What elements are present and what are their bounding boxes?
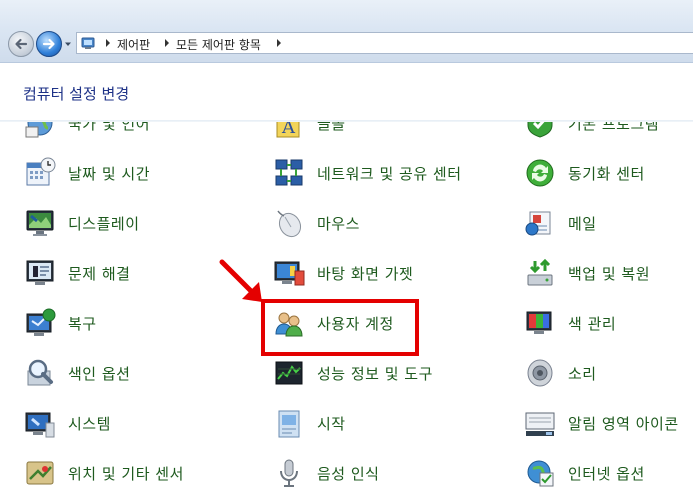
microphone-icon (280, 459, 298, 487)
item-color-management[interactable]: 색 관리 (524, 305, 616, 341)
recovery-icon (26, 308, 56, 336)
start-icon (278, 410, 300, 438)
item-getting-started[interactable]: 시작 (273, 405, 346, 441)
network-icon (275, 159, 303, 186)
sync-icon (526, 159, 554, 187)
item-backup-restore[interactable]: 백업 및 복원 (524, 255, 650, 291)
fonts-icon: A (276, 122, 300, 138)
item-sound[interactable]: 소리 (524, 355, 597, 391)
mail-icon (525, 211, 551, 236)
control-panel-icon (81, 37, 95, 49)
default-programs-icon (527, 122, 553, 138)
monitor-icon (26, 210, 54, 236)
forward-arrow-icon (42, 38, 55, 50)
item-desktop-gadgets[interactable]: 바탕 화면 가젯 (273, 255, 413, 291)
breadcrumb-chevron-icon[interactable] (163, 38, 171, 48)
gadget-icon (274, 261, 305, 286)
item-performance-tools[interactable]: 성능 정보 및 도구 (273, 355, 433, 391)
address-bar[interactable]: 제어판 모든 제어판 항목 (76, 32, 693, 54)
region-icon (25, 122, 53, 138)
breadcrumb-control-panel[interactable]: 제어판 (117, 36, 150, 53)
speaker-icon (527, 359, 553, 387)
back-button[interactable] (8, 31, 34, 57)
notification-icon (525, 412, 555, 436)
forward-button[interactable] (36, 31, 62, 57)
item-recovery[interactable]: 복구 (24, 305, 97, 341)
color-icon (526, 311, 552, 334)
item-system[interactable]: 시스템 (24, 405, 111, 441)
system-icon (25, 412, 55, 438)
calendar-icon (26, 157, 56, 186)
item-region-language[interactable]: 국가 및 언어 (24, 122, 150, 141)
breadcrumb-all-items[interactable]: 모든 제어판 항목 (176, 36, 261, 53)
item-notification-area-icons[interactable]: 알림 영역 아이콘 (524, 405, 679, 441)
item-mail[interactable]: 메일 (524, 205, 597, 241)
item-date-time[interactable]: 날짜 및 시간 (24, 155, 150, 191)
item-display[interactable]: 디스플레이 (24, 205, 140, 241)
troubleshoot-icon (26, 260, 54, 285)
item-indexing-options[interactable]: 색인 옵션 (24, 355, 130, 391)
item-default-programs[interactable]: 기본 프로그램 (524, 122, 659, 141)
item-troubleshooting[interactable]: 문제 해결 (24, 255, 130, 291)
recent-pages-dropdown-icon[interactable] (64, 40, 72, 48)
breadcrumb-chevron-icon[interactable] (275, 38, 283, 48)
mouse-icon (277, 210, 302, 238)
item-sync-center[interactable]: 동기화 센터 (524, 155, 645, 191)
item-location-sensors[interactable]: 위치 및 기타 센서 (24, 455, 184, 487)
performance-icon (275, 361, 303, 385)
page-title: 컴퓨터 설정 변경 (23, 85, 130, 103)
backup-icon (527, 258, 553, 286)
item-fonts[interactable]: A 글꼴 (273, 122, 346, 141)
internet-icon (527, 460, 554, 487)
back-arrow-icon (15, 38, 28, 50)
svg-text:A: A (281, 122, 296, 138)
item-mouse[interactable]: 마우스 (273, 205, 360, 241)
user-accounts-highlight-box (261, 299, 419, 356)
navigation-bar: 제어판 모든 제어판 항목 (0, 0, 693, 63)
index-icon (27, 359, 53, 386)
location-icon (26, 461, 54, 485)
breadcrumb-chevron-icon[interactable] (104, 38, 112, 48)
item-internet-options[interactable]: 인터넷 옵션 (524, 455, 645, 487)
item-network-sharing[interactable]: 네트워크 및 공유 센터 (273, 155, 462, 191)
item-speech-recognition[interactable]: 음성 인식 (273, 455, 379, 487)
